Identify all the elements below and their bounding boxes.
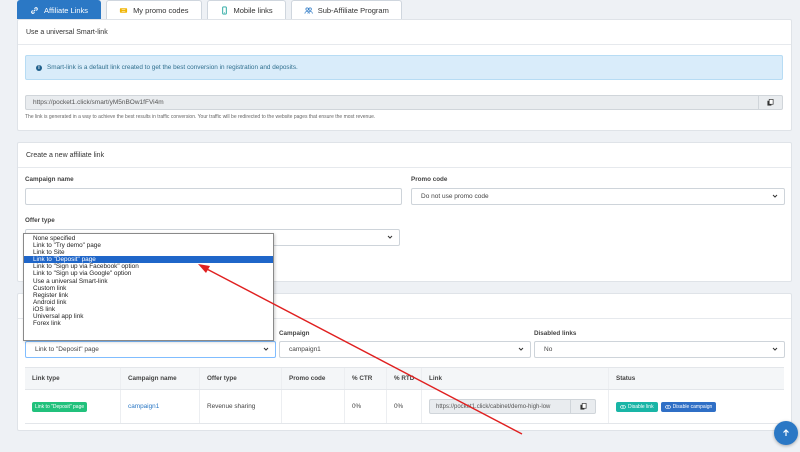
chevron-down-icon xyxy=(772,347,778,351)
tab-label: My promo codes xyxy=(133,5,189,15)
disable-link-button[interactable]: Disable link xyxy=(616,401,658,412)
dropdown-option[interactable]: Link to "Sign up via Facebook" option xyxy=(24,263,273,270)
smartlink-info-text: Smart-link is a default link created to … xyxy=(47,64,298,71)
column-header: Offer type xyxy=(200,368,282,389)
dropdown-option[interactable]: iOS link xyxy=(24,306,273,313)
disable-campaign-label: Disable campaign xyxy=(672,403,713,410)
arrow-up-icon xyxy=(783,429,789,436)
dropdown-option[interactable]: Use a universal Smart-link xyxy=(24,278,273,285)
info-icon: i xyxy=(36,64,42,71)
link-icon xyxy=(31,6,38,14)
ticket-icon xyxy=(119,7,128,13)
cell-status: Disable link Disable campaign xyxy=(609,390,784,423)
cell-link-type: Link to "Deposit" page xyxy=(25,390,121,423)
copy-smartlink-button[interactable] xyxy=(758,95,783,110)
eye-icon xyxy=(620,404,626,409)
smartlink-header: Use a universal Smart-link xyxy=(18,20,791,45)
link-type-filter[interactable]: Link to "Deposit" page xyxy=(25,341,276,358)
dropdown-option[interactable]: Universal app link xyxy=(24,313,273,320)
cell-ctr: 0% xyxy=(345,390,387,423)
campaign-filter-value: campaign1 xyxy=(289,346,321,353)
link-type-badge: Link to "Deposit" page xyxy=(32,401,88,412)
dropdown-option[interactable]: Link to "Sign up via Google" option xyxy=(24,270,273,277)
affiliate-link-field[interactable]: https://pocket1.click/cabinet/demo-high-… xyxy=(429,399,571,414)
campaign-name-input[interactable] xyxy=(25,188,402,205)
users-icon xyxy=(304,7,313,14)
dropdown-option[interactable]: Link to "Try demo" page xyxy=(24,242,273,249)
column-header: % RTD xyxy=(387,368,422,389)
dropdown-option[interactable]: Link to Site xyxy=(24,249,273,256)
copy-link-button[interactable] xyxy=(571,399,596,414)
cell-link: https://pocket1.click/cabinet/demo-high-… xyxy=(422,390,609,423)
column-header: Status xyxy=(616,375,636,382)
smartlink-info-alert: i Smart-link is a default link created t… xyxy=(25,55,783,80)
dropdown-option-selected[interactable]: Link to "Deposit" page xyxy=(24,256,273,264)
dropdown-option[interactable]: None specified xyxy=(24,235,273,242)
links-table: Link type Campaign name Offer type Promo… xyxy=(25,367,784,424)
smartlink-url-field[interactable]: https://pocket1.click/smart/yM5nBOw1fFVi… xyxy=(25,95,758,110)
column-header: Promo code xyxy=(282,368,345,389)
disable-link-label: Disable link xyxy=(628,403,654,410)
offer-type-label: Offer type xyxy=(25,217,55,224)
tab-bar: Affiliate Links My promo codes Mobile li… xyxy=(17,0,407,19)
tab-sub-affiliate[interactable]: Sub-Affiliate Program xyxy=(290,0,402,19)
copy-icon xyxy=(579,403,586,410)
promo-code-select[interactable]: Do not use promo code xyxy=(411,188,785,205)
tab-promo-codes[interactable]: My promo codes xyxy=(106,0,202,19)
disabled-links-value: No xyxy=(544,346,553,353)
tab-label: Mobile links xyxy=(233,5,273,15)
status-actions: Disable link Disable campaign xyxy=(616,401,717,412)
cell-rtd: 0% xyxy=(387,390,422,423)
chevron-down-icon xyxy=(263,347,269,351)
tab-label: Sub-Affiliate Program xyxy=(317,5,389,15)
promo-code-label: Promo code xyxy=(411,176,448,183)
chevron-down-icon xyxy=(518,347,524,351)
campaign-link[interactable]: campaign1 xyxy=(128,403,159,410)
disable-campaign-button[interactable]: Disable campaign xyxy=(660,401,717,412)
create-link-header: Create a new affiliate link xyxy=(18,143,791,168)
tab-label: Affiliate Links xyxy=(44,5,89,15)
disabled-links-filter[interactable]: No xyxy=(534,341,785,358)
cell-campaign: campaign1 xyxy=(121,390,200,423)
column-header: Link type xyxy=(25,368,121,389)
cell-promo-code xyxy=(282,390,345,423)
table-header-row: Link type Campaign name Offer type Promo… xyxy=(25,367,784,390)
chevron-down-icon xyxy=(772,194,778,198)
promo-code-value: Do not use promo code xyxy=(421,193,489,200)
eye-icon xyxy=(664,404,671,409)
tab-affiliate-links[interactable]: Affiliate Links xyxy=(17,0,102,19)
chevron-down-icon xyxy=(387,235,393,239)
column-header: % CTR xyxy=(345,368,387,389)
dropdown-option[interactable]: Forex link xyxy=(24,320,273,327)
column-header: Campaign name xyxy=(121,368,200,389)
smartlink-help-text: The link is generated in a way to achiev… xyxy=(25,114,376,120)
cell-offer-type: Revenue sharing xyxy=(200,390,282,423)
dropdown-option[interactable]: Android link xyxy=(24,299,273,306)
mobile-icon xyxy=(221,5,227,15)
campaign-name-label: Campaign name xyxy=(25,176,74,183)
disabled-links-label: Disabled links xyxy=(534,330,577,337)
column-header: Link xyxy=(422,368,609,389)
scroll-to-top-button[interactable] xyxy=(774,421,798,445)
link-type-filter-value: Link to "Deposit" page xyxy=(35,346,99,353)
campaign-filter-label: Campaign xyxy=(279,330,310,337)
table-row: Link to "Deposit" page campaign1 Revenue… xyxy=(25,390,784,424)
copy-icon xyxy=(767,99,774,106)
campaign-filter[interactable]: campaign1 xyxy=(279,341,531,358)
offer-type-dropdown: None specified Link to "Try demo" page L… xyxy=(23,233,274,341)
tab-mobile-links[interactable]: Mobile links xyxy=(206,0,286,19)
smartlink-card: Use a universal Smart-link i Smart-link … xyxy=(17,19,792,131)
dropdown-option[interactable]: Register link xyxy=(24,292,273,299)
dropdown-option[interactable]: Custom link xyxy=(24,285,273,292)
